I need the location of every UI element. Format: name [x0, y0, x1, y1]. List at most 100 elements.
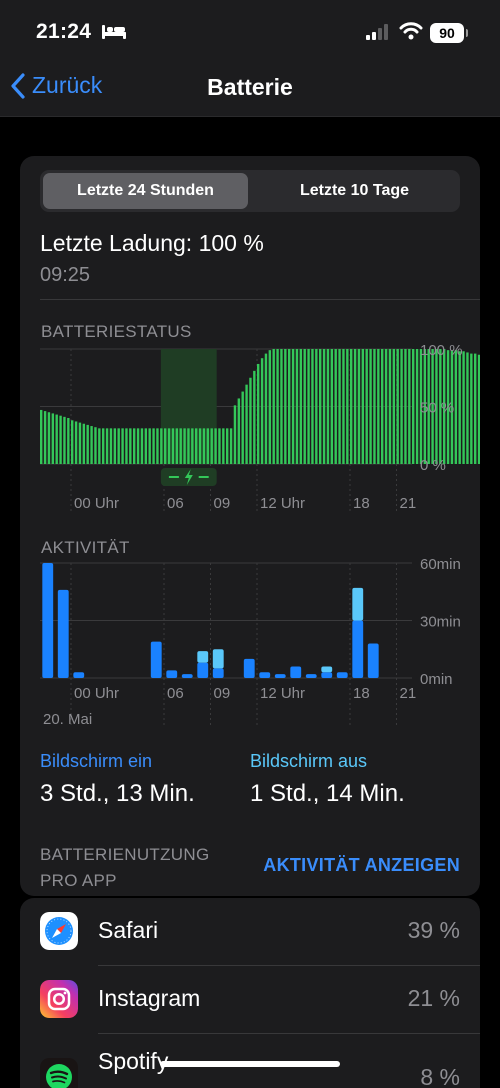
x-tick-label: 21	[400, 685, 417, 702]
status-bar: 21:24 90	[0, 0, 500, 62]
battery-level-bar	[384, 349, 388, 464]
battery-level-bar	[195, 428, 198, 464]
battery-level-bar	[365, 349, 368, 464]
battery-level-bar	[303, 349, 306, 464]
screen-off-bar	[321, 666, 333, 673]
battery-level-bar	[71, 420, 74, 464]
battery-level-bar	[121, 428, 124, 464]
battery-level-bar	[291, 349, 295, 464]
battery-level-bar	[160, 428, 163, 464]
screen-on-bar	[274, 674, 286, 678]
divider	[40, 299, 480, 300]
battery-level-bar	[167, 428, 171, 464]
battery-level-bar	[334, 349, 337, 464]
screen-on-bar	[367, 643, 379, 678]
battery-level-bar	[369, 349, 372, 464]
home-indicator[interactable]	[160, 1061, 340, 1067]
battery-level-bar	[357, 349, 361, 464]
battery-level-bar	[133, 428, 136, 464]
screen-on-bar	[150, 641, 162, 678]
x-tick-label: 12 Uhr	[260, 685, 305, 702]
battery-level-bar	[295, 349, 299, 464]
battery-level-bar	[59, 415, 62, 464]
battery-level-bar	[260, 358, 264, 464]
battery-level-bar	[109, 428, 113, 464]
battery-level-bar	[264, 353, 268, 464]
app-row-instagram[interactable]: Instagram 21 %	[20, 966, 480, 1034]
activity-title: AKTIVITÄT	[41, 538, 130, 557]
x-tick-label: 21	[400, 495, 417, 512]
battery-level-bar	[241, 391, 244, 464]
segment-last-10-days[interactable]: Letzte 10 Tage	[252, 173, 457, 209]
battery-level-bar	[249, 377, 252, 464]
battery-level-bar	[284, 349, 287, 464]
battery-level-bar	[233, 405, 237, 464]
battery-level-bar	[51, 413, 55, 464]
battery-level-bar	[218, 428, 221, 464]
last-charge-time: 09:25	[40, 264, 91, 286]
battery-level-bar	[415, 349, 419, 464]
battery-level-bar	[63, 416, 66, 464]
battery-level-bar	[377, 349, 380, 464]
battery-level-bar	[253, 370, 256, 464]
screen-on-bar	[57, 589, 69, 678]
app-row-safari[interactable]: Safari 39 %	[20, 898, 480, 966]
x-tick-label: 12 Uhr	[260, 495, 305, 512]
battery-usage-by-app-header: BATTERIENUTZUNG PRO APP	[40, 842, 209, 894]
instagram-icon	[40, 980, 78, 1018]
battery-level-bar	[94, 427, 97, 464]
battery-level-bar	[400, 349, 403, 464]
battery-level-bar	[179, 428, 182, 464]
battery-level-bar	[82, 423, 86, 464]
segment-last-24-hours[interactable]: Letzte 24 Stunden	[43, 173, 248, 209]
screen-on-bar	[166, 670, 178, 678]
battery-status-title: BATTERIESTATUS	[41, 322, 192, 341]
battery-level-bar	[299, 349, 303, 464]
screen-on-bar	[243, 658, 255, 678]
last-charge-label: Letzte Ladung: 100 %	[40, 230, 264, 256]
battery-level-bar	[338, 349, 341, 464]
x-tick-label: 09	[214, 685, 231, 702]
battery-level-bar	[272, 349, 275, 464]
y-tick-label: 0min	[420, 671, 453, 688]
screen-off-label: Bildschirm aus	[250, 751, 368, 771]
battery-level-bar	[102, 428, 105, 464]
battery-level-bar	[458, 351, 461, 464]
battery-level-bar	[55, 414, 58, 464]
wifi-icon	[399, 22, 423, 40]
sleep-bed-icon	[102, 25, 126, 39]
battery-level-bar	[226, 428, 229, 464]
screen-on-bar	[321, 672, 333, 678]
app-percentage: 21 %	[407, 985, 460, 1011]
screen-on-bar	[336, 672, 348, 678]
battery-level-bar	[412, 349, 415, 464]
y-tick-label: 50 %	[420, 400, 454, 417]
app-name: Instagram	[98, 985, 201, 1011]
time-range-segmented-control: Letzte 24 Stunden Letzte 10 Tage	[40, 170, 460, 212]
battery-level-bar	[187, 428, 190, 464]
battery-level-bar	[98, 428, 101, 464]
app-percentage: 8 %	[420, 1064, 460, 1088]
battery-level-bar	[144, 428, 148, 464]
x-tick-label: 18	[353, 685, 370, 702]
battery-card: Letzte 24 Stunden Letzte 10 Tage Letzte …	[20, 156, 480, 896]
screen-on-bar	[197, 662, 209, 678]
battery-level-bar	[326, 349, 330, 464]
screen-on-bar	[42, 563, 54, 678]
battery-level-bar	[268, 350, 272, 464]
battery-level-bar	[350, 349, 353, 464]
show-activity-link[interactable]: AKTIVITÄT ANZEIGEN	[263, 855, 460, 876]
battery-level-bar	[280, 349, 283, 464]
battery-level-bar	[466, 352, 469, 464]
battery-level-bar	[113, 428, 117, 464]
battery-level-bar	[388, 349, 392, 464]
screen-on-bar	[305, 674, 317, 678]
battery-level-bar	[477, 354, 480, 464]
screen-on-bar	[73, 672, 85, 678]
battery-level-bar	[191, 428, 194, 464]
page-title: Batterie	[207, 74, 293, 100]
battery-level-bar	[330, 349, 334, 464]
battery-indicator: 90	[430, 23, 468, 43]
battery-level-bar	[148, 428, 151, 464]
battery-level-bar	[392, 349, 396, 464]
